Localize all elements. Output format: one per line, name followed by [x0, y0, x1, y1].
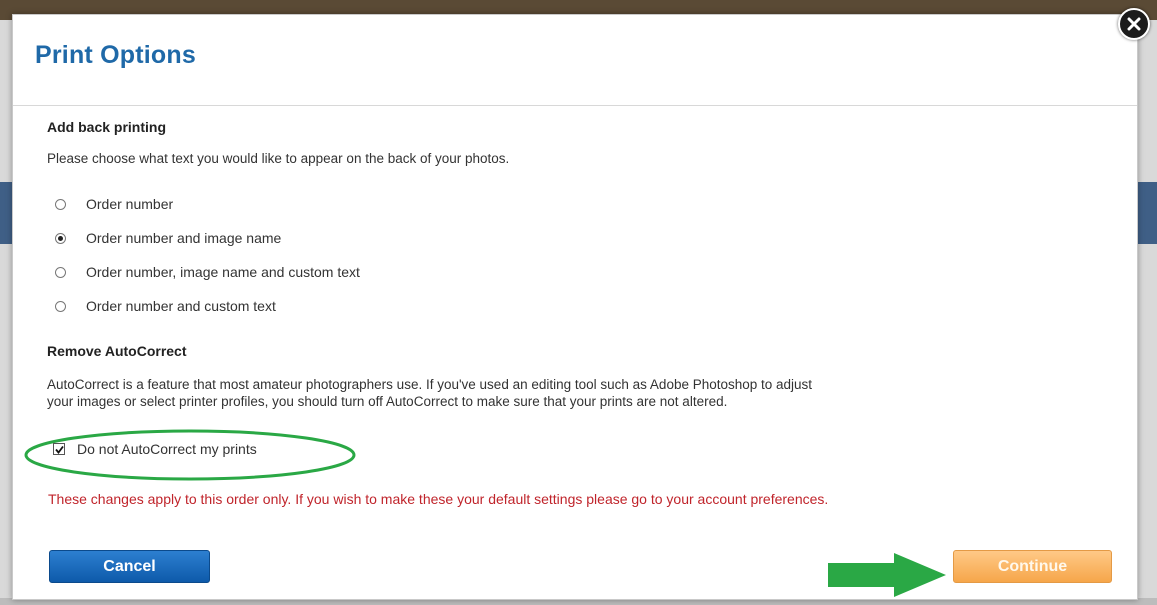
radio-order-number-image-name-custom-text[interactable]: Order number, image name and custom text	[55, 264, 360, 280]
autocorrect-description-line-1: AutoCorrect is a feature that most amate…	[47, 377, 813, 392]
close-icon	[1127, 17, 1141, 31]
green-arrow-icon	[828, 553, 946, 597]
close-button[interactable]	[1118, 8, 1150, 40]
title-divider	[13, 105, 1137, 106]
cancel-button[interactable]: Cancel	[49, 550, 210, 583]
radio-label: Order number and image name	[86, 230, 282, 246]
radio-order-number-custom-text[interactable]: Order number and custom text	[55, 298, 276, 314]
radio-order-number[interactable]: Order number	[55, 196, 173, 212]
autocorrect-description-line-2: your images or select printer profiles, …	[47, 394, 728, 409]
radio-button[interactable]	[55, 266, 66, 278]
no-autocorrect-label: Do not AutoCorrect my prints	[77, 441, 257, 457]
back-printing-heading: Add back printing	[47, 119, 166, 135]
radio-label: Order number and custom text	[86, 298, 276, 314]
no-autocorrect-checkbox[interactable]	[53, 443, 65, 455]
radio-label: Order number, image name and custom text	[86, 264, 360, 280]
radio-button[interactable]	[55, 300, 66, 312]
account-preferences-notice: These changes apply to this order only. …	[48, 491, 829, 507]
no-autocorrect-checkbox-row[interactable]: Do not AutoCorrect my prints	[53, 441, 257, 457]
continue-button[interactable]: Continue	[953, 550, 1112, 583]
print-options-dialog: Print Options Add back printing Please c…	[12, 14, 1138, 600]
radio-order-number-image-name[interactable]: Order number and image name	[55, 230, 281, 246]
radio-button-selected[interactable]	[55, 232, 66, 244]
checkmark-icon	[54, 445, 64, 454]
dialog-title: Print Options	[35, 41, 196, 69]
autocorrect-heading: Remove AutoCorrect	[47, 343, 187, 359]
back-printing-description: Please choose what text you would like t…	[47, 151, 510, 166]
radio-label: Order number	[86, 196, 174, 212]
radio-button[interactable]	[55, 198, 66, 210]
